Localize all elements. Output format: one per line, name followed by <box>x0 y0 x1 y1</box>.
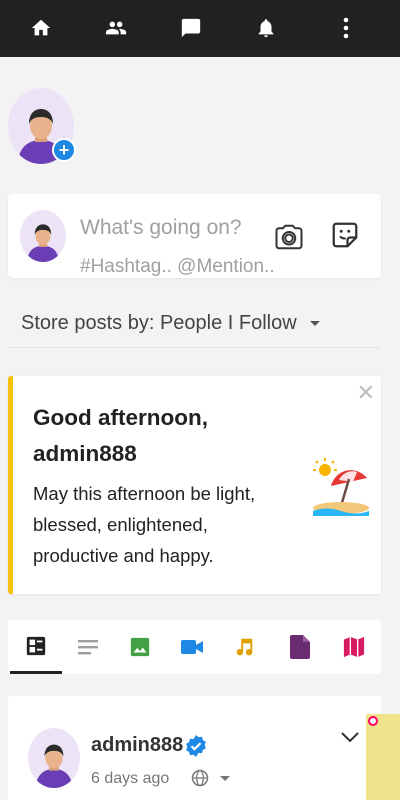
image-icon <box>130 637 150 657</box>
user-avatar-icon <box>35 744 73 788</box>
camera-button[interactable] <box>274 222 304 252</box>
post-author-name[interactable]: admin888 <box>91 734 183 757</box>
tab-photos[interactable] <box>114 620 166 674</box>
tab-maps[interactable] <box>328 620 380 674</box>
sort-label[interactable]: Store posts by: People I Follow <box>21 312 297 335</box>
post-card: admin888 6 days ago <box>8 696 381 800</box>
composer-placeholder[interactable]: What's going on? <box>80 216 242 240</box>
all-posts-icon <box>26 636 46 655</box>
more-menu-button[interactable] <box>326 8 366 48</box>
tab-files[interactable] <box>274 620 326 674</box>
plus-icon: + <box>52 138 76 162</box>
post-timestamp[interactable]: 6 days ago <box>91 770 169 788</box>
more-vert-icon <box>343 17 349 39</box>
top-nav-bar <box>0 0 400 57</box>
file-icon <box>290 635 310 659</box>
bell-icon <box>258 19 274 38</box>
sort-posts-selector[interactable]: Store posts by: People I Follow <box>8 304 381 348</box>
user-avatar-icon <box>27 224 59 262</box>
composer-hashtag-hint[interactable]: #Hashtag.. @Mention.. <box>80 256 275 278</box>
beach-umbrella-icon <box>313 458 369 516</box>
post-composer[interactable]: What's going on? #Hashtag.. @Mention.. <box>8 194 381 278</box>
map-icon <box>343 636 365 658</box>
people-icon <box>105 21 127 35</box>
greeting-card: ✕ Good afternoon, admin888 May this afte… <box>8 376 381 594</box>
post-author-avatar[interactable] <box>28 728 80 788</box>
tab-text-posts[interactable] <box>62 620 114 674</box>
add-story-button[interactable]: + <box>8 88 76 164</box>
close-icon[interactable]: ✕ <box>357 382 375 404</box>
sticker-icon <box>332 222 358 248</box>
greeting-title: Good afternoon, admin888 <box>33 405 208 466</box>
camera-icon <box>275 224 303 250</box>
tab-videos[interactable] <box>166 620 218 674</box>
caret-down-icon[interactable] <box>220 776 230 781</box>
caret-down-icon <box>310 321 320 326</box>
chevron-down-icon[interactable] <box>340 730 360 744</box>
text-icon <box>78 640 98 655</box>
people-button[interactable] <box>96 8 136 48</box>
messages-button[interactable] <box>171 8 211 48</box>
chat-icon <box>181 18 201 38</box>
tab-music[interactable] <box>218 620 270 674</box>
notifications-button[interactable] <box>246 8 286 48</box>
side-thumbnail[interactable] <box>366 714 400 800</box>
post-type-tabs <box>8 620 381 674</box>
home-button[interactable] <box>21 8 61 48</box>
tab-all-posts[interactable] <box>10 620 62 674</box>
music-icon <box>236 638 253 656</box>
sticker-button[interactable] <box>330 220 360 250</box>
globe-icon[interactable] <box>190 768 210 788</box>
verified-badge-icon <box>186 735 206 757</box>
video-icon <box>181 640 203 654</box>
home-icon <box>31 19 51 36</box>
notification-dot <box>368 716 378 726</box>
greeting-message: May this afternoon be light, blessed, en… <box>33 483 256 566</box>
avatar <box>20 210 66 262</box>
